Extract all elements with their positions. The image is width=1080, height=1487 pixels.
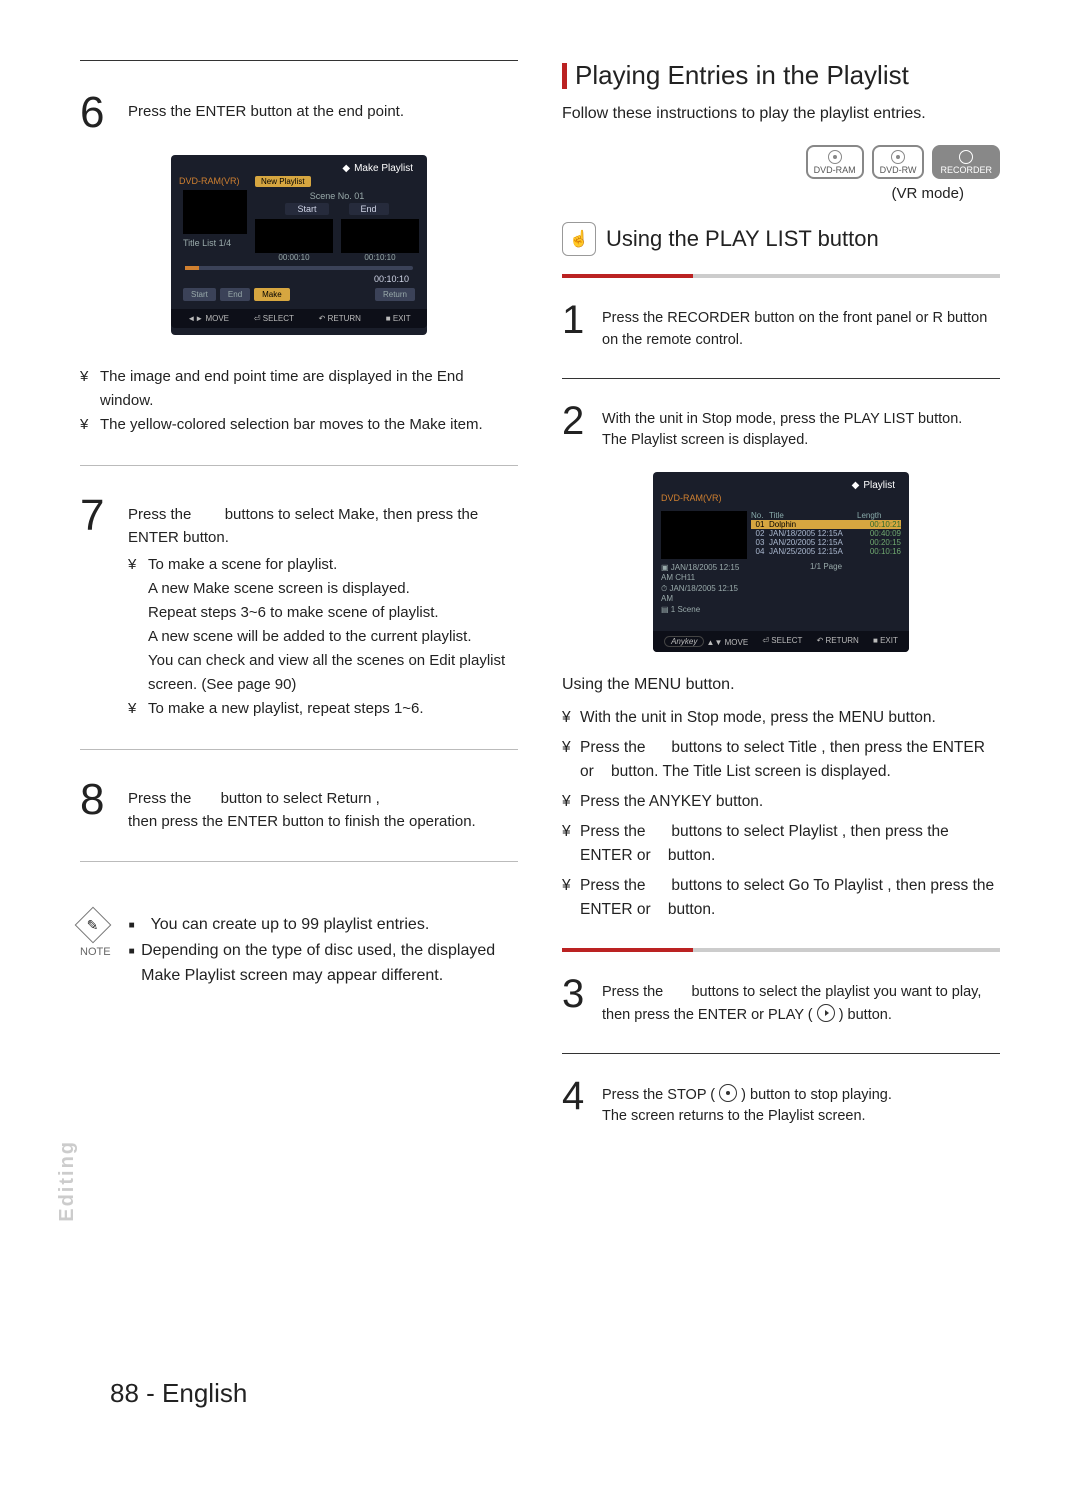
sh1-thumbnail <box>183 190 247 234</box>
playlist-screenshot: ◆Playlist DVD-RAM(VR) ▣ JAN/18/2005 12:1… <box>653 472 909 652</box>
badge-dvd-rw: DVD-RW <box>872 145 925 179</box>
stop-icon <box>719 1084 737 1102</box>
make-playlist-screenshot: ◆Make Playlist DVD-RAM(VR) Title List 1/… <box>171 155 427 335</box>
left-column: 6 Press the ENTER button at the end poin… <box>80 60 518 1148</box>
step-6: 6 Press the ENTER button at the end poin… <box>80 91 518 135</box>
step-text: Press the RECORDER button on the front p… <box>602 300 1000 352</box>
table-row: 02JAN/18/2005 12:15A00:40:09 <box>751 529 901 538</box>
accent-rule <box>562 948 1000 952</box>
step-number: 3 <box>562 974 602 1027</box>
sh1-start-lbl: Start <box>285 203 328 215</box>
step-7: 7 Press the buttons to select Make, then… <box>80 494 518 721</box>
sh1-titlelist: Title List 1/4 <box>183 238 249 248</box>
page-footer: 88 - English <box>110 1378 247 1409</box>
divider <box>562 1053 1000 1054</box>
step-text: Press the STOP ( ) button to stop playin… <box>602 1076 1000 1129</box>
sh1-header: Make Playlist <box>354 163 413 174</box>
step-3: 3 Press the buttons to select the playli… <box>562 974 1000 1027</box>
sh1-end-lbl: End <box>349 203 389 215</box>
note-label: NOTE <box>80 946 111 958</box>
section-tab: Editing <box>56 1140 79 1222</box>
step-number: 6 <box>80 91 128 135</box>
step6-bullet-1: ¥The image and end point time are displa… <box>80 365 518 413</box>
badge-dvd-ram: DVD-RAM <box>806 145 864 179</box>
right-column: Playing Entries in the Playlist Follow t… <box>562 60 1000 1148</box>
divider <box>562 378 1000 379</box>
divider <box>80 749 518 750</box>
sh2-thumbnail <box>661 511 747 559</box>
divider <box>80 861 518 862</box>
sh2-header: Playlist <box>863 480 895 491</box>
sh2-dvd: DVD-RAM(VR) <box>661 493 901 503</box>
vr-mode-label: (VR mode) <box>562 185 1000 202</box>
note-line-1: You can create up to 99 playlist entries… <box>151 912 430 938</box>
step-text: With the unit in Stop mode, press the PL… <box>602 401 1000 453</box>
note-line-2: Depending on the type of disc used, the … <box>141 938 518 989</box>
step-number: 8 <box>80 778 128 833</box>
heading-accent <box>562 63 567 89</box>
sh2-info: ▣ JAN/18/2005 12:15 AM CH11 ⏱ JAN/18/200… <box>661 563 747 615</box>
step-4: 4 Press the STOP ( ) button to stop play… <box>562 1076 1000 1129</box>
menu-sublabel: Using the MENU button. <box>562 676 1000 694</box>
section-heading: Playing Entries in the Playlist <box>562 60 1000 91</box>
badge-recorder: RECORDER <box>932 145 1000 179</box>
menu-bullets: ¥With the unit in Stop mode, press the M… <box>562 706 1000 922</box>
sh1-total: 00:10:10 <box>179 274 419 284</box>
step-8: 8 Press the button to select Return , th… <box>80 778 518 833</box>
subsection-heading: ☝ Using the PLAY LIST button <box>562 222 1000 256</box>
table-row: 03JAN/20/2005 12:15A00:20:15 <box>751 538 901 547</box>
disc-badges: DVD-RAM DVD-RW RECORDER <box>562 145 1000 179</box>
accent-rule <box>562 274 1000 278</box>
sh2-table: No. Title Length 01Dolphin00:10:21 02JAN… <box>751 511 901 627</box>
step-number: 7 <box>80 494 128 721</box>
step-1: 1 Press the RECORDER button on the front… <box>562 300 1000 352</box>
table-row: 04JAN/25/2005 12:15A00:10:16 <box>751 547 901 556</box>
page-columns: 6 Press the ENTER button at the end poin… <box>80 60 1000 1148</box>
hand-icon: ☝ <box>562 222 596 256</box>
step-text: Press the buttons to select Make, then p… <box>128 494 518 721</box>
step-text: Press the buttons to select the playlist… <box>602 974 1000 1027</box>
step-2: 2 With the unit in Stop mode, press the … <box>562 401 1000 453</box>
table-row: 01Dolphin00:10:21 <box>751 520 901 529</box>
play-icon <box>817 1004 835 1022</box>
note-icon: ✎ <box>75 907 112 944</box>
divider <box>80 465 518 466</box>
step-number: 2 <box>562 401 602 453</box>
step-number: 4 <box>562 1076 602 1129</box>
step-number: 1 <box>562 300 602 352</box>
sh1-dvd: DVD-RAM(VR) <box>179 176 249 186</box>
step-text: Press the button to select Return , then… <box>128 778 518 833</box>
section-lead: Follow these instructions to play the pl… <box>562 105 1000 123</box>
note-block: ✎ NOTE ■You can create up to 99 playlist… <box>80 912 518 989</box>
step6-bullet-2: ¥The yellow-colored selection bar moves … <box>80 413 518 437</box>
step-text: Press the ENTER button at the end point. <box>128 91 518 135</box>
sh1-scene: Scene No. 01 <box>255 191 419 201</box>
